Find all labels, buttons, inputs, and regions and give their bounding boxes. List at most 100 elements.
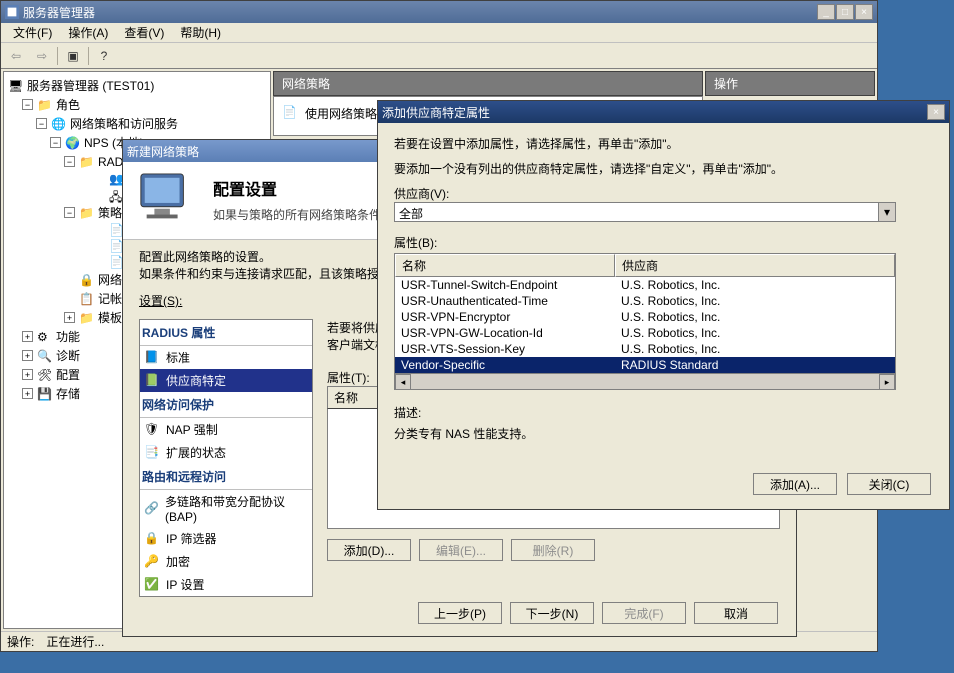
list-row[interactable]: USR-Unauthenticated-TimeU.S. Robotics, I… (395, 293, 895, 309)
menubar: 文件(F) 操作(A) 查看(V) 帮助(H) (1, 23, 877, 43)
expand-icon[interactable]: + (22, 369, 33, 380)
app-icon (5, 5, 19, 19)
collapse-icon[interactable]: − (64, 156, 75, 167)
cat-ip-settings[interactable]: ✅IP 设置 (140, 573, 312, 596)
expand-icon[interactable]: + (22, 331, 33, 342)
dialog-add-button[interactable]: 添加(A)... (753, 473, 837, 495)
scroll-left-icon[interactable]: ◂ (395, 374, 411, 390)
add-button[interactable]: 添加(D)... (327, 539, 411, 561)
role-icon: 📁 (37, 98, 53, 112)
menu-file[interactable]: 文件(F) (5, 22, 60, 43)
folder-icon: 📁 (79, 155, 95, 169)
group-route: 路由和远程访问 (140, 464, 312, 490)
cell-name: USR-VPN-GW-Location-Id (395, 325, 615, 341)
expand-icon[interactable]: + (22, 350, 33, 361)
vendor-combobox[interactable]: 全部 ▾ (394, 202, 896, 222)
cat-standard[interactable]: 📘标准 (140, 346, 312, 369)
cancel-button[interactable]: 取消 (694, 602, 778, 624)
add-attribute-dialog: 添加供应商特定属性 × 若要在设置中添加属性，请选择属性，再单击"添加"。 要添… (377, 100, 950, 510)
dialog-titlebar[interactable]: 添加供应商特定属性 × (378, 101, 949, 123)
collapse-icon[interactable]: − (50, 137, 61, 148)
minimize-button[interactable]: _ (817, 4, 835, 20)
cell-name: Vendor-Specific (395, 357, 615, 373)
next-button[interactable]: 下一步(N) (510, 602, 594, 624)
toolbar: ⇦ ⇨ ▣ ? (1, 43, 877, 69)
col-vendor[interactable]: 供应商 (615, 254, 895, 277)
list-row[interactable]: USR-VPN-GW-Location-IdU.S. Robotics, Inc… (395, 325, 895, 341)
cat-vendor-specific[interactable]: 📗供应商特定 (140, 369, 312, 392)
list-row[interactable]: USR-VTS-Session-KeyU.S. Robotics, Inc. (395, 341, 895, 357)
tree-root[interactable]: 🖥服务器管理器 (TEST01) (8, 76, 266, 95)
col-name[interactable]: 名称 (395, 254, 615, 277)
menu-help[interactable]: 帮助(H) (172, 22, 229, 43)
attribute-list[interactable]: 名称 供应商 USR-Tunnel-Switch-EndpointU.S. Ro… (394, 253, 896, 390)
cell-name: USR-VTS-Session-Key (395, 341, 615, 357)
cell-name: USR-Unauthenticated-Time (395, 293, 615, 309)
list-row[interactable]: Vendor-SpecificRADIUS Standard (395, 357, 895, 373)
globe-icon: 🌍 (65, 136, 81, 150)
cat-ext-state[interactable]: 📑扩展的状态 (140, 441, 312, 464)
dialog-close-button[interactable]: × (927, 104, 945, 120)
check-icon: ✅ (144, 577, 160, 593)
main-titlebar[interactable]: 服务器管理器 _ □ × (1, 1, 877, 23)
vendor-label: 供应商(V): (394, 185, 933, 202)
cell-name: USR-Tunnel-Switch-Endpoint (395, 277, 615, 293)
attr-label: 属性(B): (394, 234, 933, 251)
bap-icon: 🔗 (144, 501, 159, 517)
cat-ip-filter[interactable]: 🔒IP 筛选器 (140, 527, 312, 550)
cat-bap[interactable]: 🔗多链路和带宽分配协议(BAP) (140, 490, 312, 527)
folder-icon: 📁 (79, 206, 95, 220)
service-icon: 🌐 (51, 117, 67, 131)
expand-icon[interactable]: + (64, 312, 75, 323)
cell-vendor: U.S. Robotics, Inc. (615, 277, 895, 293)
tree-nps-service[interactable]: −🌐网络策略和访问服务 (36, 114, 266, 133)
list-row[interactable]: USR-VPN-EncryptorU.S. Robotics, Inc. (395, 309, 895, 325)
dialog-title: 添加供应商特定属性 (382, 104, 490, 121)
ext-icon: 📑 (144, 445, 160, 461)
collapse-icon[interactable]: − (22, 99, 33, 110)
cat-encryption[interactable]: 🔑加密 (140, 550, 312, 573)
prev-button[interactable]: 上一步(P) (418, 602, 502, 624)
standard-icon: 📘 (144, 350, 160, 366)
scroll-right-icon[interactable]: ▸ (879, 374, 895, 390)
collapse-icon[interactable]: − (64, 207, 75, 218)
dialog-line2: 要添加一个没有列出的供应商特定属性，请选择"自定义"，再单击"添加"。 (394, 160, 933, 177)
close-button[interactable]: × (855, 4, 873, 20)
desc-label: 描述: (394, 404, 933, 421)
list-row[interactable]: USR-Tunnel-Switch-EndpointU.S. Robotics,… (395, 277, 895, 293)
cat-nap-enforce[interactable]: 🛡NAP 强制 (140, 418, 312, 441)
back-button[interactable]: ⇦ (5, 45, 27, 67)
forward-button: ⇨ (31, 45, 53, 67)
dialog-close-button[interactable]: 关闭(C) (847, 473, 931, 495)
cell-vendor: U.S. Robotics, Inc. (615, 325, 895, 341)
dropdown-icon[interactable]: ▾ (878, 203, 895, 221)
netpolicy-icon: 🔒 (79, 273, 95, 287)
cell-vendor: U.S. Robotics, Inc. (615, 341, 895, 357)
refresh-button[interactable]: ▣ (62, 45, 84, 67)
finish-button: 完成(F) (602, 602, 686, 624)
nap-icon: 🛡 (144, 422, 160, 438)
remove-button: 删除(R) (511, 539, 595, 561)
group-radius: RADIUS 属性 (140, 320, 312, 346)
tree-roles[interactable]: −📁角色 (22, 95, 266, 114)
expand-icon[interactable]: + (22, 388, 33, 399)
edit-button: 编辑(E)... (419, 539, 503, 561)
pane-header-netpolicy: 网络策略 (273, 71, 703, 96)
vendor-value: 全部 (395, 203, 878, 221)
wizard-title: 新建网络策略 (127, 143, 199, 160)
feature-icon: ⚙ (37, 330, 53, 344)
storage-icon: 💾 (37, 387, 53, 401)
maximize-button[interactable]: □ (836, 4, 854, 20)
menu-view[interactable]: 查看(V) (116, 22, 172, 43)
menu-action[interactable]: 操作(A) (60, 22, 116, 43)
dialog-line1: 若要在设置中添加属性，请选择属性，再单击"添加"。 (394, 135, 933, 152)
cell-name: USR-VPN-Encryptor (395, 309, 615, 325)
collapse-icon[interactable]: − (36, 118, 47, 129)
settings-categories: RADIUS 属性 📘标准 📗供应商特定 网络访问保护 🛡NAP 强制 📑扩展的… (139, 319, 313, 597)
vendor-icon: 📗 (144, 373, 160, 389)
help-button[interactable]: ? (93, 45, 115, 67)
status-progress: 正在进行... (46, 633, 104, 650)
server-icon: 🖥 (8, 79, 24, 93)
policy-icon: 📄 (282, 105, 297, 122)
horizontal-scrollbar[interactable]: ◂ ▸ (395, 373, 895, 389)
